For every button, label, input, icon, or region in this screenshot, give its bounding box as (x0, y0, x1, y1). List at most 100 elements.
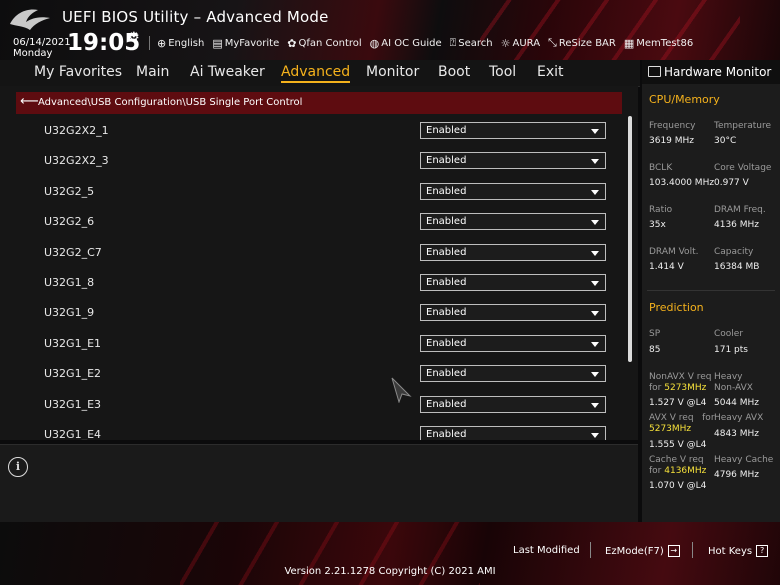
ezmode-button[interactable]: EzMode(F7) → (605, 545, 680, 557)
setting-dropdown[interactable]: Enabled (420, 334, 606, 352)
cpu-memory-title: CPU/Memory (649, 93, 720, 106)
tool-label: AURA (512, 37, 541, 49)
setting-dropdown[interactable]: Enabled (420, 152, 606, 170)
for-text: for (702, 413, 715, 423)
dropdown-value: Enabled (426, 277, 467, 288)
setting-row[interactable]: U32G1_E1 Enabled (0, 329, 630, 359)
setting-label: U32G1_E2 (44, 367, 102, 381)
dropdown-value: Enabled (426, 337, 467, 349)
dropdown-value: Enabled (426, 246, 467, 258)
chevron-down-icon (591, 129, 599, 134)
chevron-down-icon (591, 433, 599, 438)
back-arrow-icon[interactable]: ⟵ (20, 94, 39, 109)
monitor-value: 103.4000 MHz (649, 178, 715, 188)
last-modified-button[interactable]: Last Modified (513, 545, 580, 556)
scrollbar[interactable] (628, 116, 632, 362)
cache-value: 1.070 V @L4 (649, 481, 707, 491)
avx-label-text: AVX V req (649, 413, 694, 423)
setting-dropdown[interactable]: Enabled (420, 274, 606, 291)
setting-label: U32G1_E4 (44, 428, 102, 440)
setting-row[interactable]: U32G1_E4 Enabled (0, 420, 630, 440)
hardware-monitor-panel: Hardware Monitor CPU/Memory Prediction S… (642, 60, 780, 522)
tool-label: Qfan Control (298, 37, 362, 49)
setting-dropdown[interactable]: Enabled (420, 243, 606, 261)
setting-row[interactable]: U32G1_9 Enabled (0, 298, 630, 328)
tab-monitor[interactable]: Monitor (366, 64, 419, 80)
help-info-panel: i (0, 444, 638, 523)
fan-icon: ✿ (287, 36, 297, 50)
monitor-value: 3619 MHz (649, 136, 695, 146)
breadcrumb[interactable]: ⟵ Advanced\USB Configuration\USB Single … (16, 92, 622, 114)
heavy-nonavx-label-2: Non-AVX (714, 383, 753, 393)
day-text: Monday (13, 48, 53, 59)
memtest-icon: ▦ (623, 36, 635, 50)
tool-myfavorite[interactable]: ▤ MyFavorite (212, 36, 279, 50)
monitor-value: 4136 MHz (714, 220, 760, 230)
tool-aura[interactable]: ☼ AURA (501, 36, 540, 50)
setting-row[interactable]: U32G2_5 Enabled (0, 177, 630, 207)
chevron-down-icon (591, 341, 599, 347)
setting-dropdown[interactable]: Enabled (420, 122, 606, 139)
setting-dropdown[interactable]: Enabled (420, 365, 606, 383)
setting-row[interactable]: U32G2_6 Enabled (0, 207, 630, 237)
setting-row[interactable]: U32G2X2_1 Enabled (0, 116, 630, 146)
setting-label: U32G2_5 (44, 184, 95, 198)
chevron-down-icon (591, 281, 599, 286)
setting-row[interactable]: U32G1_8 Enabled (0, 268, 630, 298)
sp-label: SP (649, 329, 661, 339)
date-text: 06/14/2021 (13, 37, 71, 48)
tool-qfan-control[interactable]: ✿ Qfan Control (287, 36, 361, 50)
tool-ai-oc-guide[interactable]: ◍ AI OC Guide (370, 36, 442, 50)
question-icon: ? (756, 545, 769, 557)
setting-dropdown[interactable]: Enabled (420, 182, 606, 200)
chevron-down-icon (591, 250, 599, 256)
setting-row[interactable]: U32G2_C7 Enabled (0, 238, 630, 268)
tab-ai-tweaker[interactable]: Ai Tweaker (190, 64, 265, 80)
chevron-down-icon (591, 311, 599, 317)
for-text: for (649, 466, 662, 476)
divider (590, 542, 591, 558)
tool-memtest86[interactable]: ▦ MemTest86 (624, 36, 693, 50)
tab-my-favorites[interactable]: My Favorites (34, 64, 122, 80)
gear-icon[interactable]: ⚙ (128, 30, 140, 45)
setting-row[interactable]: U32G1_E2 Enabled (0, 359, 630, 389)
version-text: Version 2.21.1278 Copyright (C) 2021 AMI (284, 566, 496, 577)
dropdown-value: Enabled (426, 429, 467, 440)
tab-boot[interactable]: Boot (438, 64, 470, 80)
cooler-label: Cooler (714, 329, 744, 339)
settings-list: U32G2X2_1 Enabled U32G2X2_3 Enabled U32G2_5 E… (0, 116, 630, 440)
settings-panel: ⟵ Advanced\USB Configuration\USB Single … (0, 86, 638, 440)
tab-tool[interactable]: Tool (489, 64, 516, 80)
tool-search[interactable]: ⍰ Search (450, 36, 493, 50)
monitor-label: Temperature (714, 121, 772, 131)
aura-icon: ☼ (500, 36, 511, 50)
tab-exit[interactable]: Exit (537, 64, 564, 80)
monitor-value: 1.414 V (649, 262, 684, 272)
setting-row[interactable]: U32G2X2_3 Enabled (0, 146, 630, 176)
tool-label: ReSize BAR (558, 37, 616, 49)
monitor-value: 30°C (714, 136, 737, 146)
tool-english[interactable]: ⊕ English (157, 36, 204, 50)
tab-advanced[interactable]: Advanced (281, 64, 351, 83)
monitor-label: DRAM Freq. (714, 205, 766, 215)
setting-label: U32G2X2_3 (44, 154, 109, 168)
tool-resize-bar[interactable]: ⤡ ReSize BAR (548, 36, 616, 50)
for-text: for (649, 383, 662, 393)
setting-dropdown[interactable]: Enabled (420, 304, 606, 322)
cache-label: Cache V req (649, 455, 704, 465)
setting-dropdown[interactable]: Enabled (420, 395, 606, 413)
date-display: 06/14/2021 Monday (13, 37, 71, 59)
setting-dropdown[interactable]: Enabled (420, 426, 606, 440)
setting-row[interactable]: U32G1_E3 Enabled (0, 390, 630, 420)
setting-label: U32G1_9 (44, 306, 95, 320)
hotkeys-label: Hot Keys (708, 546, 753, 557)
hardware-monitor-header: Hardware Monitor (642, 60, 780, 84)
dropdown-value: Enabled (426, 368, 467, 380)
setting-dropdown[interactable]: Enabled (420, 213, 606, 231)
chevron-down-icon (591, 402, 599, 408)
setting-label: U32G2_6 (44, 215, 95, 229)
tab-main[interactable]: Main (136, 64, 169, 80)
dropdown-value: Enabled (426, 398, 467, 410)
tool-label: English (168, 37, 205, 49)
hotkeys-button[interactable]: Hot Keys? (708, 545, 769, 557)
